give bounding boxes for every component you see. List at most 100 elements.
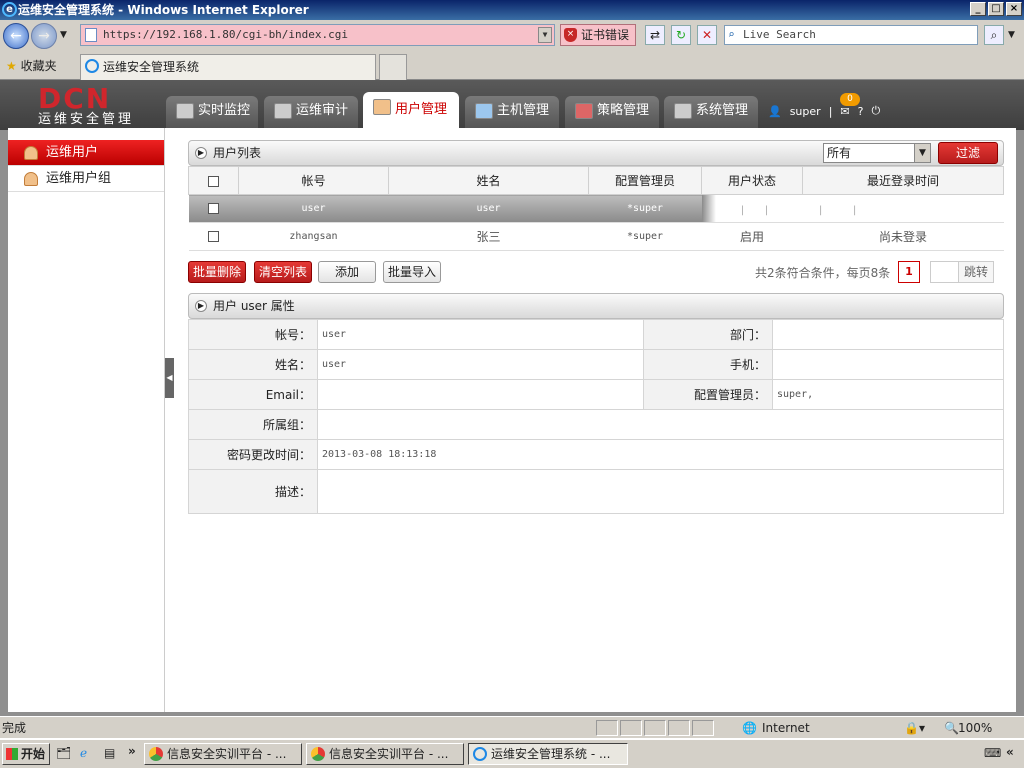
clear-list-button[interactable]: 清空列表 [254, 261, 312, 283]
cell-account: zhangsan [238, 222, 389, 251]
tab-policy-management[interactable]: 策略管理 [565, 96, 659, 128]
new-tab-button[interactable] [379, 54, 407, 80]
user-group-icon [24, 172, 38, 186]
quicklaunch-more-icon[interactable]: » [128, 744, 136, 758]
name-value: user [317, 349, 644, 380]
expand-icon[interactable]: ▶ [195, 147, 207, 159]
tab-realtime-monitor[interactable]: 实时监控 [166, 96, 258, 128]
taskbar-button-label: 信息安全实训平台 - ... [329, 747, 449, 761]
email-label: Email： [188, 379, 318, 410]
taskbar-button-ops-system[interactable]: 运维安全管理系统 - ... [468, 743, 628, 765]
access-auth-link[interactable]: 访问授权 [774, 205, 814, 216]
sidebar-item-ops-user-groups[interactable]: 运维用户组 [8, 166, 164, 192]
col-account[interactable]: 帐号 [238, 166, 389, 195]
tab-audit[interactable]: 运维审计 [264, 96, 358, 128]
col-status[interactable]: 用户状态 [701, 166, 803, 195]
quicklaunch-ie-icon[interactable]: ℯ [80, 746, 87, 760]
table-row[interactable]: user user *super 编辑 | 组 | 访问授权 | 停用 | 删除 [188, 194, 1004, 223]
row-checkbox[interactable] [208, 230, 219, 242]
filter-button[interactable]: 过滤 [938, 142, 998, 164]
cell-status: 启用 [701, 222, 803, 251]
start-label: 开始 [21, 747, 46, 761]
disable-link[interactable]: 停用 [828, 205, 848, 216]
dept-value [772, 319, 1004, 350]
zoom-icon[interactable]: 🔍 [944, 717, 959, 739]
zone-label: Internet [762, 721, 810, 735]
group-link[interactable]: 组 [750, 205, 760, 216]
tab-label: 主机管理 [497, 103, 550, 118]
tab-system-management[interactable]: 系统管理 [664, 96, 758, 128]
divider: | [828, 104, 833, 118]
compat-view-icon[interactable]: ⇄ [645, 25, 665, 45]
chrome-icon [149, 747, 163, 761]
edit-link[interactable]: 编辑 [716, 205, 736, 216]
taskbar-button-training-1[interactable]: 信息安全实训平台 - ... [144, 743, 302, 765]
pwd-time-label: 密码更改时间： [188, 439, 318, 470]
tray-expand-icon[interactable]: « [1006, 745, 1014, 759]
stop-icon[interactable]: ✕ [697, 25, 717, 45]
sidebar-item-ops-users[interactable]: 运维用户 [8, 140, 164, 166]
window-title: 运维安全管理系统 - Windows Internet Explorer [18, 3, 309, 17]
add-button[interactable]: 添加 [318, 261, 376, 283]
app-body: 运维用户 运维用户组 ◀ ▶ 用户列表 所有 ▼ 过滤 帐号 姓名 配置管理员 [8, 128, 1016, 712]
windows-flag-icon [6, 748, 18, 760]
favorites-button[interactable]: ★ 收藏夹 [6, 57, 57, 74]
prop-row: 姓名： user 手机： [188, 349, 1004, 380]
cert-error-button[interactable]: × 证书错误 [560, 24, 636, 46]
tab-user-management[interactable]: 用户管理 [363, 92, 459, 130]
start-button[interactable]: 开始 [2, 743, 50, 765]
back-button[interactable]: ← [3, 23, 29, 49]
phone-value [772, 349, 1004, 380]
address-input[interactable]: https://192.168.1.80/cgi-bh/index.cgi ▼ [80, 24, 555, 46]
select-all-checkbox[interactable] [208, 175, 219, 187]
logout-icon[interactable]: ⏻ [871, 104, 880, 118]
col-name[interactable]: 姓名 [388, 166, 589, 195]
sidebar-item-label: 运维用户 [46, 145, 99, 160]
tab-label: 实时监控 [198, 103, 251, 118]
forward-button[interactable]: → [31, 23, 57, 49]
maximize-icon[interactable]: □ [988, 2, 1004, 16]
address-toolbar: ← → ▼ https://192.168.1.80/cgi-bh/index.… [0, 20, 1024, 52]
refresh-icon[interactable]: ↻ [671, 25, 691, 45]
sidebar-collapse-handle[interactable]: ◀ [165, 358, 174, 398]
protected-mode-icon[interactable]: 🔒▾ [904, 717, 925, 739]
favorites-label: 收藏夹 [20, 59, 57, 73]
expand-icon[interactable]: ▶ [195, 300, 207, 312]
search-options-icon[interactable]: ▼ [1008, 30, 1015, 40]
status-filter-select[interactable]: 所有 ▼ [823, 143, 931, 163]
close-icon[interactable]: × [1006, 2, 1022, 16]
jump-page-input[interactable] [930, 261, 960, 283]
tab-host-management[interactable]: 主机管理 [465, 96, 559, 128]
current-user[interactable]: super [790, 105, 821, 118]
properties-header: ▶ 用户 user 属性 [188, 293, 1004, 319]
user-list-header: ▶ 用户列表 所有 ▼ 过滤 [188, 140, 1004, 166]
search-input[interactable]: ⌕ Live Search [724, 25, 978, 45]
status-pane [620, 720, 642, 736]
url-dropdown-icon[interactable]: ▼ [538, 27, 552, 43]
browser-tab-label: 运维安全管理系统 [103, 60, 200, 74]
col-admin[interactable]: 配置管理员 [588, 166, 702, 195]
keyboard-icon[interactable]: ⌨ [984, 746, 1001, 760]
search-go-icon[interactable]: ⌕ [984, 25, 1004, 45]
mail-icon[interactable]: ✉ [840, 105, 849, 118]
policy-icon [575, 103, 593, 119]
row-checkbox[interactable] [208, 202, 219, 214]
col-last-login[interactable]: 最近登录时间 [802, 166, 1004, 195]
taskbar-button-training-2[interactable]: 信息安全实训平台 - ... [306, 743, 464, 765]
shield-icon: × [564, 28, 577, 42]
quicklaunch-app-icon[interactable]: ▤ [104, 746, 115, 760]
batch-delete-button[interactable]: 批量删除 [188, 261, 246, 283]
ie-icon: e [2, 2, 17, 17]
table-row[interactable]: zhangsan 张三 *super 启用 尚未登录 [188, 222, 1004, 251]
panel-title: 用户 user 属性 [213, 299, 295, 313]
delete-link[interactable]: 删除 [862, 205, 882, 216]
page-1-button[interactable]: 1 [898, 261, 920, 283]
zoom-level[interactable]: 100% [958, 717, 992, 739]
browser-tab-active[interactable]: 运维安全管理系统 [80, 54, 376, 80]
batch-import-button[interactable]: 批量导入 [383, 261, 441, 283]
history-dropdown-icon[interactable]: ▼ [60, 30, 67, 40]
help-icon[interactable]: ? [858, 105, 864, 118]
jump-button[interactable]: 跳转 [958, 261, 994, 283]
minimize-icon[interactable]: _ [970, 2, 986, 16]
quicklaunch-icon[interactable]: 🗂 [56, 746, 71, 760]
